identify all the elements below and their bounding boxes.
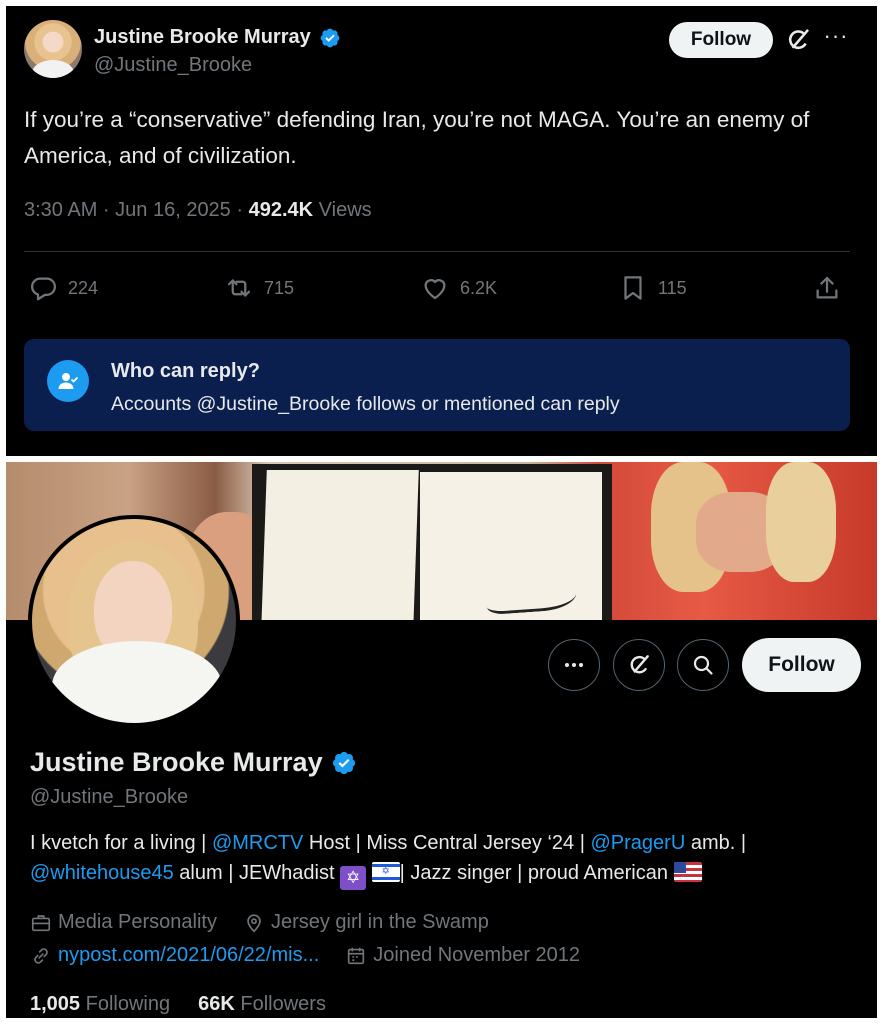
reply-restriction-subtitle: Accounts @Justine_Brooke follows or ment… — [111, 393, 620, 415]
following-label: Following — [85, 993, 171, 1015]
bookmark-count: 115 — [658, 277, 687, 298]
profile-website-link[interactable]: nypost.com/2021/06/22/mis... — [58, 944, 319, 967]
mention-user-icon — [47, 360, 89, 402]
profile-location: Jersey girl in the Swamp — [270, 911, 489, 933]
follow-button[interactable]: Follow — [669, 22, 773, 58]
like-count: 6.2K — [460, 277, 498, 298]
profile-category: Media Personality — [58, 911, 217, 933]
author-avatar[interactable] — [24, 20, 82, 78]
search-icon — [693, 655, 713, 675]
reply-restriction-notice: Who can reply? Accounts @Justine_Brooke … — [24, 339, 850, 431]
reply-icon — [31, 277, 56, 301]
verified-badge-icon[interactable] — [331, 750, 357, 776]
following-link[interactable]: 1,005 Following — [30, 993, 170, 1016]
briefcase-icon — [31, 914, 51, 931]
reply-count: 224 — [68, 277, 99, 298]
share-action[interactable] — [812, 273, 842, 303]
views-count: 492.4K — [248, 199, 314, 221]
followers-count: 66K — [198, 993, 235, 1015]
grok-button[interactable] — [613, 639, 665, 691]
mention-link[interactable]: @MRCTV — [212, 832, 303, 854]
profile-joined-date: Joined November 2012 — [373, 944, 581, 966]
reply-action[interactable]: 224 — [28, 273, 98, 303]
link-icon — [34, 947, 48, 964]
repost-action[interactable]: 715 — [224, 273, 294, 303]
profile-meta-row-1: Media Personality Jersey girl in the Swa… — [30, 911, 489, 934]
heart-icon — [424, 279, 446, 300]
israel-flag-emoji-icon: ✡ — [371, 862, 400, 882]
share-icon — [816, 276, 838, 299]
profile-follow-button[interactable]: Follow — [742, 638, 861, 692]
us-flag-emoji-icon — [673, 862, 702, 882]
verified-badge-icon — [320, 28, 340, 47]
profile-card: Follow Justine Brooke Murray @Justine_Br… — [6, 462, 877, 1018]
more-options-icon — [565, 663, 583, 667]
reply-restriction-title: Who can reply? — [111, 360, 260, 382]
mention-link[interactable]: @whitehouse45 — [30, 862, 174, 884]
location-pin-icon — [247, 913, 261, 932]
views-label: Views — [313, 199, 372, 221]
repost-icon — [227, 279, 251, 297]
followers-label: Followers — [240, 993, 326, 1015]
grok-icon[interactable] — [784, 26, 812, 54]
more-options-icon[interactable]: ··· — [821, 24, 851, 54]
repost-count: 715 — [264, 277, 295, 298]
tweet-meta: 3:30 AM · Jun 16, 2025 · 492.4K Views — [24, 199, 372, 222]
profile-stats: 1,005 Following 66K Followers — [30, 993, 326, 1016]
grok-icon — [630, 655, 649, 674]
calendar-icon — [348, 947, 365, 964]
profile-name: Justine Brooke Murray — [30, 747, 323, 777]
author-name-row[interactable]: Justine Brooke Murray — [94, 26, 341, 49]
profile-avatar[interactable] — [28, 515, 240, 727]
bio-text: | Jazz singer | proud American — [399, 862, 674, 884]
tweet-text: If you’re a “conservative” defending Ira… — [24, 107, 810, 168]
profile-name-row: Justine Brooke Murray — [30, 747, 357, 778]
divider — [24, 251, 850, 252]
bio-text: amb. | — [685, 832, 747, 854]
bio-text: I kvetch for a living | — [30, 832, 212, 854]
profile-meta-row-2: nypost.com/2021/06/22/mis... Joined Nove… — [30, 944, 580, 967]
like-action[interactable]: 6.2K — [420, 273, 497, 303]
tweet-card: Justine Brooke Murray @Justine_Brooke Fo… — [6, 6, 877, 456]
profile-bio: I kvetch for a living | @MRCTV Host | Mi… — [30, 828, 860, 890]
search-button[interactable] — [677, 639, 729, 691]
bookmark-icon — [624, 276, 642, 300]
more-options-button[interactable] — [548, 639, 600, 691]
bookmark-action[interactable]: 115 — [618, 273, 687, 303]
author-handle[interactable]: @Justine_Brooke — [94, 54, 252, 77]
profile-handle: @Justine_Brooke — [30, 786, 189, 808]
bio-text: Host | Miss Central Jersey ‘24 | — [303, 832, 591, 854]
following-count: 1,005 — [30, 993, 81, 1015]
tweet-timestamp[interactable]: 3:30 AM · Jun 16, 2025 · — [24, 199, 249, 221]
author-name[interactable]: Justine Brooke Murray — [94, 26, 311, 49]
mention-link[interactable]: @PragerU — [590, 832, 685, 854]
star-of-david-emoji-icon: ✡ — [340, 866, 367, 890]
followers-link[interactable]: 66K Followers — [198, 993, 326, 1016]
bio-text: alum | JEWhadist — [173, 862, 341, 884]
